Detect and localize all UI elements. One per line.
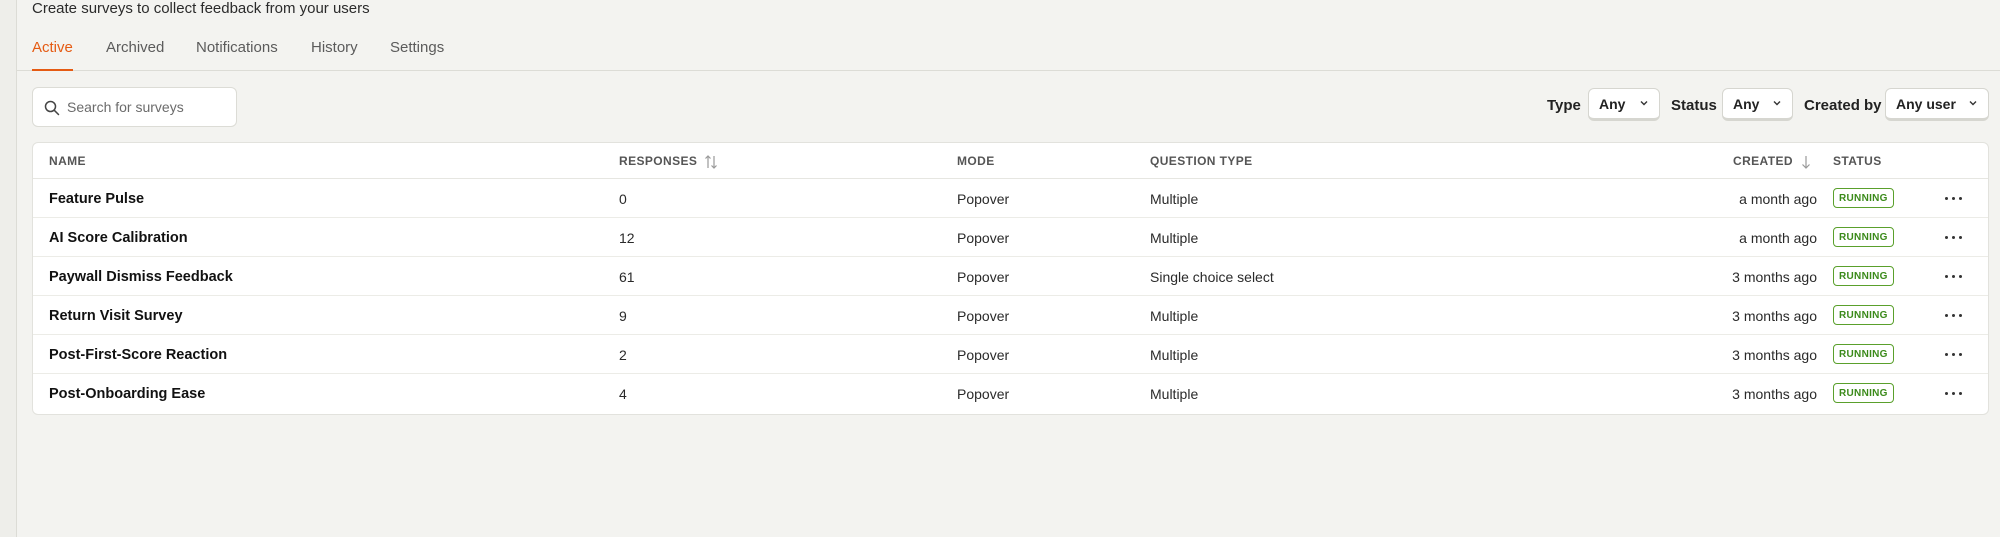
type-filter-select[interactable]: Any [1588, 88, 1660, 121]
survey-name[interactable]: Post-First-Score Reaction [49, 347, 227, 363]
responses-count: 2 [619, 347, 627, 363]
survey-mode: Popover [957, 308, 1010, 324]
status-badge: RUNNING [1833, 305, 1894, 325]
survey-name[interactable]: AI Score Calibration [49, 230, 188, 246]
column-header-status: STATUS [1833, 154, 1882, 168]
created-by-filter-value: Any user [1896, 96, 1956, 112]
table-row[interactable]: Return Visit Survey 9 Popover Multiple 3… [33, 296, 1988, 335]
table-row[interactable]: AI Score Calibration 12 Popover Multiple… [33, 218, 1988, 257]
type-filter-label: Type [1547, 97, 1581, 114]
surveys-table: NAME RESPONSES MODE QUESTION TYPE CREATE… [32, 142, 1989, 415]
column-header-responses[interactable]: RESPONSES [619, 154, 697, 168]
column-header-name[interactable]: NAME [49, 154, 86, 168]
tab-history[interactable]: History [311, 39, 358, 69]
chevron-down-icon [1773, 101, 1781, 106]
more-actions-icon[interactable] [1943, 227, 1965, 247]
search-box[interactable] [32, 87, 237, 127]
created-date: 3 months ago [1732, 269, 1817, 285]
survey-mode: Popover [957, 269, 1010, 285]
table-header: NAME RESPONSES MODE QUESTION TYPE CREATE… [33, 143, 1988, 179]
status-badge: RUNNING [1833, 344, 1894, 364]
sort-descending-icon[interactable] [1800, 154, 1812, 170]
table-row[interactable]: Post-Onboarding Ease 4 Popover Multiple … [33, 374, 1988, 413]
created-date: 3 months ago [1732, 347, 1817, 363]
status-badge: RUNNING [1833, 227, 1894, 247]
status-filter-label: Status [1671, 97, 1717, 114]
chevron-down-icon [1969, 101, 1977, 106]
more-actions-icon[interactable] [1943, 305, 1965, 325]
more-actions-icon[interactable] [1943, 344, 1965, 364]
question-type: Multiple [1150, 308, 1199, 324]
status-badge: RUNNING [1833, 266, 1894, 286]
responses-count: 9 [619, 308, 627, 324]
survey-mode: Popover [957, 386, 1010, 402]
created-date: a month ago [1739, 230, 1817, 246]
survey-mode: Popover [957, 230, 1010, 246]
status-badge: RUNNING [1833, 383, 1894, 403]
survey-name[interactable]: Post-Onboarding Ease [49, 386, 205, 402]
survey-name[interactable]: Paywall Dismiss Feedback [49, 269, 233, 285]
sort-both-icon[interactable] [704, 154, 718, 170]
question-type: Multiple [1150, 191, 1199, 207]
survey-name[interactable]: Return Visit Survey [49, 308, 183, 324]
tab-bar: Active Archived Notifications History Se… [17, 30, 2000, 71]
table-row[interactable]: Post-First-Score Reaction 2 Popover Mult… [33, 335, 1988, 374]
table-row[interactable]: Paywall Dismiss Feedback 61 Popover Sing… [33, 257, 1988, 296]
more-actions-icon[interactable] [1943, 383, 1965, 403]
question-type: Multiple [1150, 386, 1199, 402]
created-by-filter-select[interactable]: Any user [1885, 88, 1989, 121]
question-type: Multiple [1150, 347, 1199, 363]
table-row[interactable]: Feature Pulse 0 Popover Multiple a month… [33, 179, 1988, 218]
more-actions-icon[interactable] [1943, 266, 1965, 286]
responses-count: 0 [619, 191, 627, 207]
more-actions-icon[interactable] [1943, 188, 1965, 208]
tab-archived[interactable]: Archived [106, 39, 164, 69]
column-header-mode: MODE [957, 154, 995, 168]
search-icon [44, 100, 60, 116]
question-type: Single choice select [1150, 269, 1274, 285]
type-filter-value: Any [1599, 96, 1626, 112]
responses-count: 12 [619, 230, 635, 246]
column-header-created[interactable]: CREATED [1733, 154, 1793, 168]
left-rail [0, 0, 17, 537]
created-date: a month ago [1739, 191, 1817, 207]
page-subtitle: Create surveys to collect feedback from … [32, 0, 370, 17]
tab-active[interactable]: Active [32, 39, 73, 71]
status-filter-select[interactable]: Any [1722, 88, 1793, 121]
status-filter-value: Any [1733, 96, 1760, 112]
chevron-down-icon [1640, 101, 1648, 106]
survey-mode: Popover [957, 191, 1010, 207]
column-header-question-type: QUESTION TYPE [1150, 154, 1253, 168]
created-date: 3 months ago [1732, 308, 1817, 324]
responses-count: 61 [619, 269, 635, 285]
tab-settings[interactable]: Settings [390, 39, 444, 69]
responses-count: 4 [619, 386, 627, 402]
created-by-filter-label: Created by [1804, 97, 1882, 114]
survey-name[interactable]: Feature Pulse [49, 191, 144, 207]
tab-notifications[interactable]: Notifications [196, 39, 278, 69]
created-date: 3 months ago [1732, 386, 1817, 402]
survey-mode: Popover [957, 347, 1010, 363]
search-input[interactable] [67, 96, 227, 118]
question-type: Multiple [1150, 230, 1199, 246]
status-badge: RUNNING [1833, 188, 1894, 208]
